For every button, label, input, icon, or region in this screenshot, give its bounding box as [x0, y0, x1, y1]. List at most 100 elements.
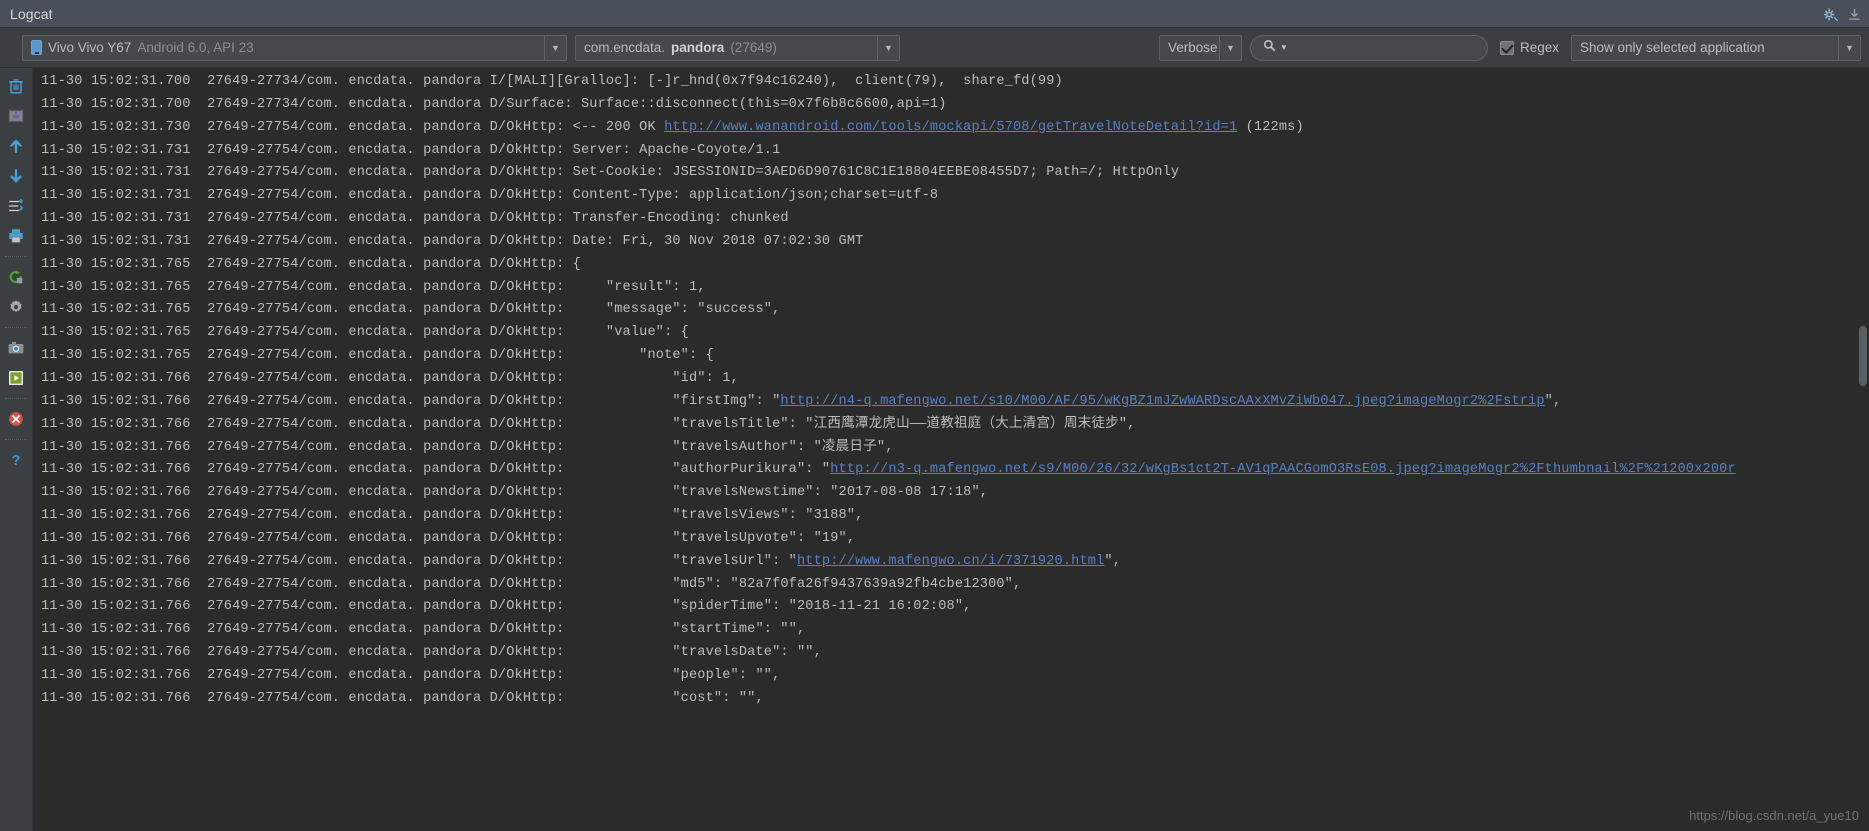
- help-button[interactable]: ?: [3, 448, 29, 472]
- down-the-stack-trace-button[interactable]: [3, 164, 29, 188]
- search-input[interactable]: [1291, 39, 1475, 56]
- device-selector[interactable]: Vivo Vivo Y67 Android 6.0, API 23 ▼: [22, 34, 567, 61]
- log-line[interactable]: 11-30 15:02:31.766 27649-27754/com. encd…: [41, 551, 1857, 574]
- process-selector[interactable]: com.encdata. pandora (27649) ▼: [575, 34, 900, 61]
- log-line-text: 11-30 15:02:31.766 27649-27754/com. encd…: [41, 485, 989, 501]
- log-line-text: 11-30 15:02:31.766 27649-27754/com. encd…: [41, 599, 972, 615]
- log-line[interactable]: 11-30 15:02:31.731 27649-27754/com. encd…: [41, 231, 1857, 254]
- arrow-down-icon: [10, 168, 22, 183]
- log-line[interactable]: 11-30 15:02:31.765 27649-27754/com. encd…: [41, 277, 1857, 300]
- logcat-output-pane[interactable]: 11-30 15:02:31.700 27649-27734/com. encd…: [33, 68, 1869, 831]
- sidebar-divider: [5, 398, 27, 399]
- use-soft-wraps-button[interactable]: [3, 194, 29, 218]
- log-line[interactable]: 11-30 15:02:31.765 27649-27754/com. encd…: [41, 345, 1857, 368]
- log-line-text: 11-30 15:02:31.765 27649-27754/com. encd…: [41, 256, 581, 272]
- printer-icon: [9, 229, 23, 243]
- restart-button[interactable]: [3, 265, 29, 289]
- log-line-text: 11-30 15:02:31.766 27649-27754/com. encd…: [41, 530, 856, 546]
- search-box[interactable]: ▼: [1249, 34, 1488, 61]
- sidebar-divider: [5, 256, 27, 257]
- log-line-link[interactable]: http://www.mafengwo.cn/i/7371920.html: [797, 554, 1104, 569]
- chevron-down-icon[interactable]: ▼: [544, 35, 566, 60]
- device-name: Vivo Vivo Y67: [48, 40, 132, 55]
- log-line-text: 11-30 15:02:31.731 27649-27754/com. encd…: [41, 188, 939, 204]
- vertical-scrollbar[interactable]: [1857, 68, 1869, 831]
- regex-checkbox[interactable]: [1499, 40, 1514, 55]
- vertical-scrollbar-thumb[interactable]: [1859, 326, 1867, 386]
- search-icon[interactable]: [1263, 39, 1276, 57]
- logcat-sidebar: ?: [0, 68, 33, 831]
- log-line-text: 11-30 15:02:31.766 27649-27754/com. encd…: [41, 667, 781, 683]
- log-line[interactable]: 11-30 15:02:31.731 27649-27754/com. encd…: [41, 162, 1857, 185]
- log-line[interactable]: 11-30 15:02:31.766 27649-27754/com. encd…: [41, 414, 1857, 437]
- log-line[interactable]: 11-30 15:02:31.700 27649-27734/com. encd…: [41, 71, 1857, 94]
- chevron-down-icon[interactable]: ▼: [877, 35, 899, 60]
- settings-button[interactable]: [3, 295, 29, 319]
- log-line[interactable]: 11-30 15:02:31.700 27649-27734/com. encd…: [41, 94, 1857, 117]
- titlebar-actions: [1823, 0, 1861, 28]
- log-line-link[interactable]: http://n3-q.mafengwo.net/s9/M00/26/32/wK…: [830, 462, 1736, 477]
- log-line-link[interactable]: http://n4-q.mafengwo.net/s10/M00/AF/95/w…: [780, 394, 1544, 409]
- log-line[interactable]: 11-30 15:02:31.766 27649-27754/com. encd…: [41, 642, 1857, 665]
- chevron-down-icon[interactable]: ▼: [1218, 35, 1241, 60]
- screen-record-button[interactable]: [3, 366, 29, 390]
- scope-filter-value: Show only selected application: [1580, 40, 1765, 55]
- log-line[interactable]: 11-30 15:02:31.766 27649-27754/com. encd…: [41, 596, 1857, 619]
- log-line[interactable]: 11-30 15:02:31.730 27649-27754/com. encd…: [41, 117, 1857, 140]
- device-os: Android 6.0, API 23: [137, 40, 254, 55]
- log-line[interactable]: 11-30 15:02:31.765 27649-27754/com. encd…: [41, 254, 1857, 277]
- log-line-text: 11-30 15:02:31.766 27649-27754/com. encd…: [41, 645, 822, 661]
- log-line-text: 11-30 15:02:31.766 27649-27754/com. encd…: [41, 622, 806, 638]
- log-line[interactable]: 11-30 15:02:31.766 27649-27754/com. encd…: [41, 574, 1857, 597]
- minimize-icon[interactable]: [1848, 8, 1861, 21]
- log-line[interactable]: 11-30 15:02:31.766 27649-27754/com. encd…: [41, 619, 1857, 642]
- regex-toggle[interactable]: Regex: [1496, 40, 1563, 55]
- search-dropdown-icon[interactable]: ▼: [1280, 43, 1288, 52]
- log-line[interactable]: 11-30 15:02:31.731 27649-27754/com. encd…: [41, 208, 1857, 231]
- log-line[interactable]: 11-30 15:02:31.766 27649-27754/com. encd…: [41, 391, 1857, 414]
- scope-filter-selector[interactable]: Show only selected application ▼: [1571, 34, 1861, 61]
- trash-icon: [8, 79, 24, 94]
- log-line-text: 11-30 15:02:31.730 27649-27754/com. encd…: [41, 119, 665, 135]
- chevron-down-icon[interactable]: ▼: [1838, 35, 1860, 60]
- logcat-lines: 11-30 15:02:31.700 27649-27734/com. encd…: [33, 68, 1857, 831]
- log-level-selector[interactable]: Verbose ▼: [1158, 34, 1242, 61]
- log-line[interactable]: 11-30 15:02:31.731 27649-27754/com. encd…: [41, 140, 1857, 163]
- log-line[interactable]: 11-30 15:02:31.765 27649-27754/com. encd…: [41, 322, 1857, 345]
- log-line[interactable]: 11-30 15:02:31.766 27649-27754/com. encd…: [41, 368, 1857, 391]
- question-mark-icon: ?: [12, 453, 21, 469]
- svg-text:?: ?: [12, 453, 21, 469]
- process-pid: (27649): [730, 40, 777, 55]
- log-line[interactable]: 11-30 15:02:31.731 27649-27754/com. encd…: [41, 185, 1857, 208]
- log-line-link[interactable]: http://www.wanandroid.com/tools/mockapi/…: [664, 120, 1237, 135]
- log-line-text: 11-30 15:02:31.766 27649-27754/com. encd…: [41, 690, 764, 706]
- print-button[interactable]: [3, 224, 29, 248]
- log-line-suffix: ",: [1104, 553, 1122, 569]
- up-the-stack-trace-button[interactable]: [3, 134, 29, 158]
- log-line-text: 11-30 15:02:31.765 27649-27754/com. encd…: [41, 302, 781, 318]
- gear-icon[interactable]: [1823, 7, 1839, 22]
- log-line[interactable]: 11-30 15:02:31.766 27649-27754/com. encd…: [41, 482, 1857, 505]
- screen-capture-button[interactable]: [3, 336, 29, 360]
- log-line[interactable]: 11-30 15:02:31.766 27649-27754/com. encd…: [41, 665, 1857, 688]
- phone-icon: [31, 40, 42, 55]
- log-line[interactable]: 11-30 15:02:31.766 27649-27754/com. encd…: [41, 528, 1857, 551]
- log-line[interactable]: 11-30 15:02:31.766 27649-27754/com. encd…: [41, 688, 1857, 711]
- process-package-name: pandora: [671, 40, 725, 55]
- camera-icon: [8, 341, 24, 354]
- tab-logcat[interactable]: Logcat: [0, 6, 53, 22]
- arrow-up-icon: [10, 139, 22, 154]
- log-line[interactable]: 11-30 15:02:31.766 27649-27754/com. encd…: [41, 505, 1857, 528]
- log-line[interactable]: 11-30 15:02:31.765 27649-27754/com. encd…: [41, 299, 1857, 322]
- log-line-text: 11-30 15:02:31.766 27649-27754/com. encd…: [41, 553, 797, 569]
- log-line-text: 11-30 15:02:31.766 27649-27754/com. encd…: [41, 416, 1136, 432]
- process-package-prefix: com.encdata.: [584, 40, 666, 55]
- clear-logcat-button[interactable]: [3, 74, 29, 98]
- log-line[interactable]: 11-30 15:02:31.766 27649-27754/com. encd…: [41, 437, 1857, 460]
- terminate-application-button[interactable]: [3, 407, 29, 431]
- logcat-titlebar: Logcat: [0, 0, 1869, 28]
- log-level-value: Verbose: [1167, 40, 1218, 55]
- log-line[interactable]: 11-30 15:02:31.766 27649-27754/com. encd…: [41, 459, 1857, 482]
- log-line-text: 11-30 15:02:31.731 27649-27754/com. encd…: [41, 165, 1180, 181]
- scroll-to-end-button[interactable]: [3, 104, 29, 128]
